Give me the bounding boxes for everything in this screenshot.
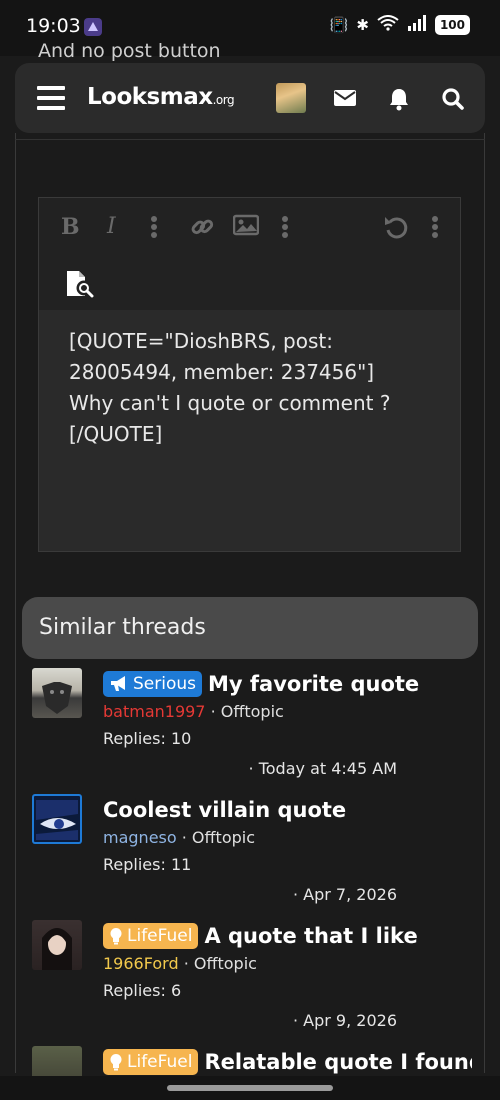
thread-date-text: Today at 4:45 AM: [258, 759, 397, 778]
megaphone-icon: [111, 676, 125, 691]
prefix-label-text: LifeFuel: [127, 1052, 193, 1072]
thread-forum[interactable]: Offtopic: [192, 828, 255, 847]
hamburger-icon[interactable]: [37, 86, 65, 110]
thread-avatar[interactable]: [32, 1046, 82, 1076]
bell-icon[interactable]: [387, 87, 411, 111]
meta-separator: ·: [210, 702, 221, 721]
thread-date-text: Apr 9, 2026: [303, 1011, 397, 1030]
thread-item[interactable]: LifeFuel A quote that I like 1966Ford · …: [32, 920, 472, 1046]
vibrate-icon: 📳: [329, 16, 349, 34]
undo-icon[interactable]: [383, 214, 409, 240]
site-logo[interactable]: Looksmax.org: [87, 84, 235, 110]
home-gesture-pill[interactable]: [167, 1085, 333, 1091]
thread-title[interactable]: Coolest villain quote: [103, 798, 346, 822]
thread-replies: Replies: 10: [103, 729, 192, 748]
bold-icon[interactable]: B: [61, 214, 80, 240]
thread-avatar[interactable]: [32, 920, 82, 970]
link-icon[interactable]: [189, 214, 215, 240]
reply-editor[interactable]: B I [QUOTE="DioshBRS, post: 28005494, me…: [38, 197, 461, 552]
prefix-label[interactable]: LifeFuel: [103, 1049, 199, 1075]
app-notification-icon: [84, 18, 102, 36]
wifi-icon: [377, 15, 399, 35]
thread-title-row: Coolest villain quote: [103, 796, 346, 824]
thread-item[interactable]: Serious My favorite quote batman1997 · O…: [32, 668, 472, 794]
thread-meta: batman1997 · Offtopic: [103, 702, 284, 721]
italic-icon[interactable]: I: [107, 214, 116, 240]
editor-content[interactable]: [QUOTE="DioshBRS, post: 28005494, member…: [69, 326, 439, 450]
thread-date: · Apr 7, 2026: [292, 885, 397, 904]
header-divider: [15, 139, 485, 140]
prefix-label-text: LifeFuel: [127, 926, 193, 946]
prefix-label-text: Serious: [133, 674, 196, 694]
bulb-icon: [110, 928, 122, 945]
post-text-fragment: And no post button: [38, 40, 221, 62]
site-header: Looksmax.org: [15, 63, 485, 133]
user-avatar[interactable]: [276, 83, 306, 113]
signal-icon: [407, 15, 427, 35]
status-icons: 📳 ✱ 100: [330, 15, 470, 35]
similar-threads-header: Similar threads: [22, 597, 478, 659]
more-icon-2[interactable]: [282, 216, 288, 238]
editor-toolbar: B I: [39, 198, 460, 256]
more-icon[interactable]: [151, 216, 157, 238]
more-icon-3[interactable]: [432, 216, 438, 238]
preview-icon[interactable]: [65, 270, 95, 298]
thread-meta: magneso · Offtopic: [103, 828, 255, 847]
thread-item[interactable]: Coolest villain quote magneso · Offtopic…: [32, 794, 472, 920]
status-time: 19:03: [26, 15, 81, 37]
thread-title-row: LifeFuel A quote that I like: [103, 922, 418, 950]
mail-icon[interactable]: [333, 87, 357, 109]
thread-meta: 1966Ford · Offtopic: [103, 954, 257, 973]
bulb-icon: [110, 1054, 122, 1071]
thread-date: · Apr 9, 2026: [292, 1011, 397, 1030]
thread-title[interactable]: Relatable quote I found: [204, 1050, 472, 1074]
meta-separator: ·: [181, 828, 192, 847]
battery-indicator: 100: [434, 15, 470, 35]
image-icon[interactable]: [232, 214, 260, 240]
similar-threads-title: Similar threads: [39, 615, 206, 640]
bluetooth-icon: ✱: [356, 16, 369, 34]
search-icon[interactable]: [441, 87, 465, 110]
thread-author[interactable]: 1966Ford: [103, 954, 179, 973]
logo-text: Looksmax: [87, 84, 213, 110]
thread-title-row: Serious My favorite quote: [103, 670, 419, 698]
thread-title-row: LifeFuel Relatable quote I found: [103, 1048, 472, 1076]
thread-avatar[interactable]: [32, 794, 82, 844]
prefix-label[interactable]: LifeFuel: [103, 923, 199, 949]
meta-separator: ·: [183, 954, 194, 973]
thread-item[interactable]: LifeFuel Relatable quote I found: [32, 1046, 472, 1076]
editor-toolbar-secondary: [39, 256, 460, 310]
thread-forum[interactable]: Offtopic: [221, 702, 284, 721]
thread-replies: Replies: 11: [103, 855, 192, 874]
logo-suffix: .org: [212, 93, 235, 107]
thread-author[interactable]: batman1997: [103, 702, 205, 721]
thread-date: · Today at 4:45 AM: [248, 759, 397, 778]
prefix-label[interactable]: Serious: [103, 671, 202, 697]
thread-date-text: Apr 7, 2026: [303, 885, 397, 904]
thread-replies: Replies: 6: [103, 981, 182, 1000]
thread-avatar[interactable]: [32, 668, 82, 718]
thread-title[interactable]: A quote that I like: [204, 924, 417, 948]
thread-title[interactable]: My favorite quote: [208, 672, 419, 696]
thread-author[interactable]: magneso: [103, 828, 177, 847]
thread-forum[interactable]: Offtopic: [194, 954, 257, 973]
